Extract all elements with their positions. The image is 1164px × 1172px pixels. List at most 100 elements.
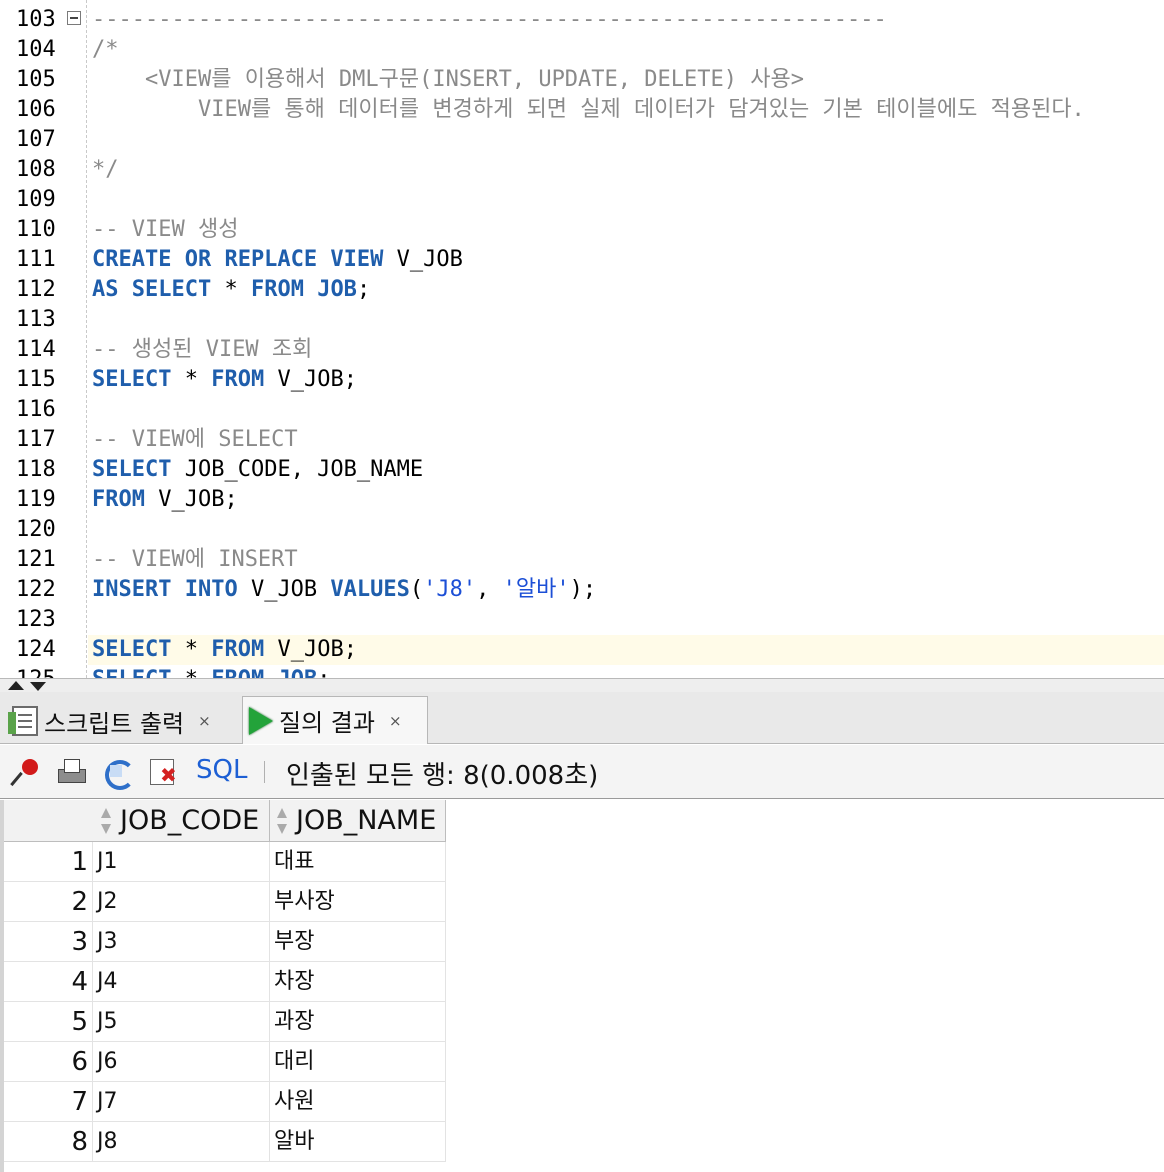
cell-job-name[interactable]: 사원 [270, 1082, 446, 1122]
line-number: 103 [16, 7, 56, 32]
sql-text: * [171, 637, 212, 662]
line-number: 117 [16, 427, 56, 452]
line-number: 111 [16, 247, 56, 272]
row-number: 4 [71, 967, 88, 997]
line-number: 120 [16, 517, 56, 542]
row-number-header [4, 800, 92, 842]
sql-keyword: FROM JOB [211, 667, 317, 678]
code-line[interactable]: -- 생성된 VIEW 조회 [92, 335, 312, 365]
cell-job-name[interactable]: 대표 [270, 842, 446, 882]
code-line[interactable]: /* [92, 35, 119, 65]
result-grid[interactable]: JOB_CODE JOB_NAME 1 J1 대표 2 J2 부사장 3 J3 부장 4 J4 차장 5… [0, 800, 1164, 1172]
grid-header: JOB_CODE JOB_NAME [4, 800, 446, 842]
table-row[interactable]: 2 J2 부사장 [4, 882, 446, 922]
row-number: 6 [71, 1047, 88, 1077]
tab-query-result-label: 질의 결과 [279, 709, 375, 737]
sql-comment: -- VIEW에 SELECT [92, 427, 298, 452]
sql-text: * [211, 277, 251, 302]
cell-job-name[interactable]: 부장 [270, 922, 446, 962]
code-line[interactable]: SELECT JOB_CODE, JOB_NAME [92, 455, 423, 485]
sql-keyword: AS SELECT [92, 277, 212, 302]
table-row[interactable]: 7 J7 사원 [4, 1082, 446, 1122]
line-number: 125 [0, 665, 60, 678]
run-icon [249, 706, 273, 735]
sql-string: 'J8' [423, 577, 477, 602]
sql-keyword: FROM [92, 487, 145, 512]
code-line[interactable]: -- VIEW 생성 [92, 215, 238, 245]
sql-button[interactable]: SQL [196, 755, 247, 785]
toolbar-separator [264, 761, 265, 783]
cancel-icon[interactable] [148, 757, 178, 787]
code-line[interactable]: VIEW를 통해 데이터를 변경하게 되면 실제 데이터가 담겨있는 기본 테이… [92, 95, 1085, 125]
cell-job-code[interactable]: J6 [92, 1042, 270, 1082]
output-tab-bar: 스크립트 출력 × 질의 결과 × [0, 692, 1164, 744]
code-line[interactable]: */ [92, 155, 119, 185]
code-line[interactable]: -- VIEW에 INSERT [92, 545, 298, 575]
refresh-icon[interactable] [102, 757, 135, 790]
line-number: 105 [16, 67, 56, 92]
print-icon[interactable] [56, 757, 86, 787]
code-line[interactable]: <VIEW를 이용해서 DML구문(INSERT, UPDATE, DELETE… [92, 65, 804, 95]
sql-text: , [476, 577, 503, 602]
tab-script-output[interactable]: 스크립트 출력 × [8, 698, 236, 744]
row-number: 8 [71, 1127, 88, 1157]
table-row[interactable]: 8 J8 알바 [4, 1122, 446, 1162]
sql-comment: -- VIEW에 INSERT [92, 547, 298, 572]
sort-icon[interactable] [276, 808, 288, 834]
cell-job-code[interactable]: J4 [92, 962, 270, 1002]
code-line-current[interactable]: SELECT * FROM V_JOB; [88, 635, 1164, 665]
sql-comment: /* [92, 37, 119, 62]
code-line[interactable]: INSERT INTO V_JOB VALUES('J8', '알바'); [92, 575, 596, 605]
row-number: 1 [71, 847, 88, 877]
close-tab-query-result-icon[interactable]: × [389, 712, 402, 730]
sort-icon[interactable] [100, 808, 112, 834]
sql-text: JOB_CODE, JOB_NAME [171, 457, 424, 482]
cell-job-code[interactable]: J1 [92, 842, 270, 882]
code-line[interactable]: CREATE OR REPLACE VIEW V_JOB [92, 245, 463, 275]
expand-up-icon[interactable] [8, 681, 24, 690]
fold-guide-line [86, 0, 87, 678]
code-line[interactable]: FROM V_JOB; [92, 485, 238, 515]
line-number: 116 [16, 397, 56, 422]
line-number: 124 [16, 637, 56, 662]
row-number: 3 [71, 927, 88, 957]
column-header-job-name[interactable]: JOB_NAME [270, 800, 446, 842]
table-row[interactable]: 1 J1 대표 [4, 842, 446, 882]
fetch-status-text: 인출된 모든 행: 8(0.008초) [286, 761, 599, 791]
code-line[interactable]: -- VIEW에 SELECT [92, 425, 298, 455]
sql-text: ); [569, 577, 597, 602]
table-row[interactable]: 4 J4 차장 [4, 962, 446, 1002]
line-number: 108 [16, 157, 56, 182]
code-line[interactable]: SELECT * FROM JOB; [92, 665, 330, 678]
cell-job-code[interactable]: J7 [92, 1082, 270, 1122]
line-number: 114 [16, 337, 56, 362]
expand-down-icon[interactable] [30, 682, 46, 691]
tab-query-result[interactable]: 질의 결과 × [242, 696, 428, 744]
line-number: 115 [16, 367, 56, 392]
sql-keyword: FROM JOB [250, 277, 357, 302]
line-number: 119 [16, 487, 56, 512]
table-row[interactable]: 5 J5 과장 [4, 1002, 446, 1042]
code-line[interactable]: ----------------------------------------… [92, 5, 887, 35]
cell-job-name[interactable]: 알바 [270, 1122, 446, 1162]
cell-job-code[interactable]: J5 [92, 1002, 270, 1042]
cell-job-code[interactable]: J2 [92, 882, 270, 922]
cell-job-code[interactable]: J3 [92, 922, 270, 962]
table-row[interactable]: 3 J3 부장 [4, 922, 446, 962]
close-tab-script-output-icon[interactable]: × [198, 712, 211, 730]
sql-keyword: FROM [211, 367, 265, 392]
column-header-label: JOB_CODE [120, 805, 260, 836]
code-line[interactable]: SELECT * FROM V_JOB; [92, 365, 357, 395]
table-row[interactable]: 6 J6 대리 [4, 1042, 446, 1082]
cell-job-code[interactable]: J8 [92, 1122, 270, 1162]
collapse-fold-icon[interactable] [67, 11, 81, 25]
pane-splitter[interactable] [0, 678, 1164, 692]
cell-job-name[interactable]: 차장 [270, 962, 446, 1002]
column-header-job-code[interactable]: JOB_CODE [92, 800, 270, 842]
code-line[interactable]: AS SELECT * FROM JOB; [92, 275, 370, 305]
cell-job-name[interactable]: 과장 [270, 1002, 446, 1042]
sql-editor[interactable]: 103 104 105 106 107 108 109 110 111 112 113 114 115 1… [0, 0, 1164, 678]
cell-job-name[interactable]: 대리 [270, 1042, 446, 1082]
pin-icon[interactable] [12, 757, 42, 787]
cell-job-name[interactable]: 부사장 [270, 882, 446, 922]
